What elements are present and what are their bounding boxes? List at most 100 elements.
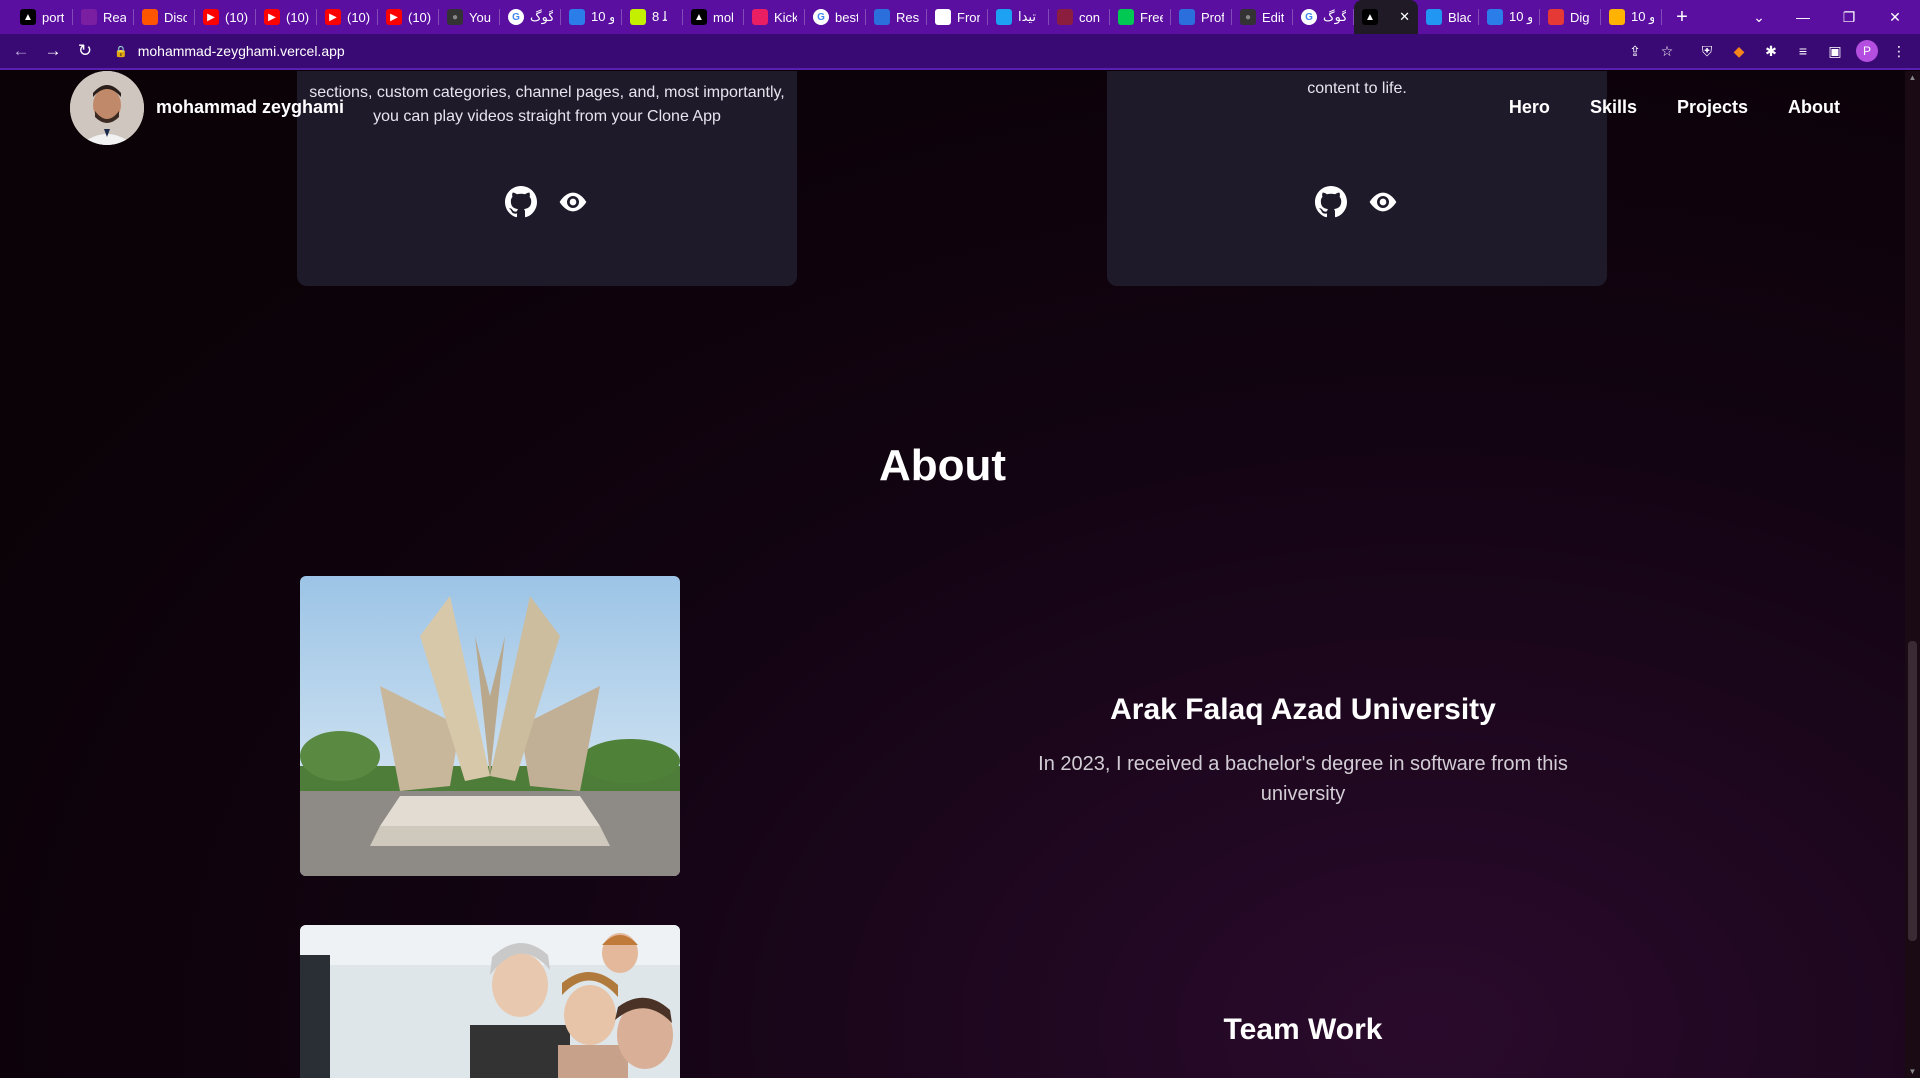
browser-tab[interactable]: Dig	[1540, 0, 1601, 34]
google-icon: G	[813, 9, 829, 25]
team-work-title: Team Work	[1223, 1013, 1383, 1046]
browser-tab[interactable]: ▲ mol	[683, 0, 744, 34]
reload-icon[interactable]: ↻	[74, 40, 96, 62]
browser-tab[interactable]: Disc	[134, 0, 195, 34]
tab-search-icon[interactable]: ⌄	[1736, 0, 1782, 34]
browser-tab[interactable]: Resu	[866, 0, 927, 34]
eye-icon[interactable]	[557, 186, 589, 223]
app-icon	[1057, 9, 1073, 25]
side-panel-icon[interactable]: ▣	[1824, 40, 1846, 62]
vercel-icon: ▲	[20, 9, 36, 25]
browser-tab[interactable]: 10 ﻭ	[1479, 0, 1540, 34]
tab-title: You	[469, 9, 491, 25]
close-tab-icon[interactable]: ✕	[1399, 9, 1410, 25]
browser-tab[interactable]: Reac	[73, 0, 134, 34]
browser-tab[interactable]: تیدا	[988, 0, 1049, 34]
tab-title: (10)	[225, 9, 248, 25]
tab-title: mol	[713, 9, 734, 25]
back-icon[interactable]: ←	[10, 40, 32, 62]
browser-tab[interactable]: G گوگ	[1293, 0, 1354, 34]
scrollbar[interactable]: ▲ ▼	[1905, 71, 1920, 1078]
tab-title: Resu	[896, 9, 919, 25]
browser-tab[interactable]: ▶ (10)	[378, 0, 439, 34]
education-title: Arak Falaq Azad University	[1110, 693, 1496, 726]
vercel-icon: ▲	[1362, 9, 1378, 25]
browser-tab[interactable]: 8 ﻠ	[622, 0, 683, 34]
doc-icon	[874, 9, 890, 25]
close-window-icon[interactable]: ✕	[1872, 0, 1918, 34]
main-nav: Hero Skills Projects About	[1509, 97, 1840, 118]
restore-icon[interactable]: ❐	[1826, 0, 1872, 34]
browser-tab[interactable]: G گوگ	[500, 0, 561, 34]
scroll-down-arrow-icon[interactable]: ▼	[1905, 1067, 1920, 1076]
nav-link-about[interactable]: About	[1788, 97, 1840, 118]
app-icon	[1118, 9, 1134, 25]
eye-icon[interactable]	[1367, 186, 1399, 223]
youtube-icon: ▶	[203, 9, 219, 25]
github-icon[interactable]	[505, 186, 537, 223]
nav-link-hero[interactable]: Hero	[1509, 97, 1550, 118]
youtube-icon: ▶	[325, 9, 341, 25]
tab-title: best	[835, 9, 858, 25]
browser-tab[interactable]: ▶ (10)	[195, 0, 256, 34]
tab-title: Blac	[1448, 9, 1471, 25]
tab-title: Prof	[1201, 9, 1224, 25]
new-tab-button[interactable]: +	[1670, 6, 1694, 29]
shield-icon[interactable]: ⛨	[1696, 40, 1718, 62]
forward-icon[interactable]: →	[42, 40, 64, 62]
browser-tab[interactable]: Kick	[744, 0, 805, 34]
browser-tab[interactable]: 10 ﻭ	[561, 0, 622, 34]
browser-tab[interactable]: 10 ﻭ	[1601, 0, 1662, 34]
tab-title: Fron	[957, 9, 980, 25]
github-icon: ●	[447, 9, 463, 25]
browser-tab[interactable]: con	[1049, 0, 1110, 34]
address-toolbar: ← → ↻ 🔒 mohammad-zeyghami.vercel.app ⇪ ☆…	[0, 34, 1920, 70]
browser-tab[interactable]: Gbest	[805, 0, 866, 34]
tab-title: 10 ﻭ	[1509, 9, 1532, 24]
reading-list-icon[interactable]: ≡	[1792, 40, 1814, 62]
tab-title: Reac	[103, 9, 126, 25]
brand-name[interactable]: mohammad zeyghami	[156, 97, 344, 118]
nav-link-projects[interactable]: Projects	[1677, 97, 1748, 118]
vercel-icon: ▲	[691, 9, 707, 25]
app-icon	[1609, 9, 1625, 25]
tab-title: Dig	[1570, 9, 1590, 25]
extensions-icon[interactable]: ✱	[1760, 40, 1782, 62]
avatar[interactable]	[70, 71, 144, 145]
browser-tab[interactable]: Free	[1110, 0, 1171, 34]
bookmark-star-icon[interactable]: ☆	[1656, 40, 1678, 62]
share-icon[interactable]: ⇪	[1624, 40, 1646, 62]
tab-title: (10)	[408, 9, 431, 25]
browser-tab[interactable]: ▶ (10)	[317, 0, 378, 34]
menu-icon[interactable]: ⋮	[1888, 40, 1910, 62]
github-icon[interactable]	[1315, 186, 1347, 223]
browser-tab[interactable]: ▲ ✕	[1354, 0, 1418, 34]
browser-tab[interactable]: ● Edit	[1232, 0, 1293, 34]
url-bar[interactable]: 🔒 mohammad-zeyghami.vercel.app	[114, 37, 1624, 65]
youtube-icon: ▶	[264, 9, 280, 25]
app-icon	[1426, 9, 1442, 25]
browser-tab[interactable]: Blac	[1418, 0, 1479, 34]
browser-tab[interactable]: Fron	[927, 0, 988, 34]
metamask-icon[interactable]: ◆	[1728, 40, 1750, 62]
globe-icon	[935, 9, 951, 25]
scroll-up-arrow-icon[interactable]: ▲	[1905, 73, 1920, 82]
team-work-image	[300, 925, 680, 1078]
browser-tab[interactable]: ▶ (10)	[256, 0, 317, 34]
react-icon	[81, 9, 97, 25]
tab-title: (10)	[347, 9, 370, 25]
tab-title: 8 ﻠ	[652, 9, 668, 24]
soundcloud-icon	[142, 9, 158, 25]
profile-avatar[interactable]: P	[1856, 40, 1878, 62]
browser-tab[interactable]: ▲ port	[12, 0, 73, 34]
browser-tab[interactable]: Prof	[1171, 0, 1232, 34]
minimize-icon[interactable]: —	[1780, 0, 1826, 34]
google-icon: G	[1301, 9, 1317, 25]
scrollbar-thumb[interactable]	[1908, 641, 1917, 941]
page-viewport: sections, custom categories, channel pag…	[0, 71, 1905, 1078]
cloud-icon	[1487, 9, 1503, 25]
browser-tab[interactable]: ● You	[439, 0, 500, 34]
lock-icon[interactable]: 🔒	[114, 45, 128, 58]
nav-link-skills[interactable]: Skills	[1590, 97, 1637, 118]
tab-title: (10)	[286, 9, 309, 25]
